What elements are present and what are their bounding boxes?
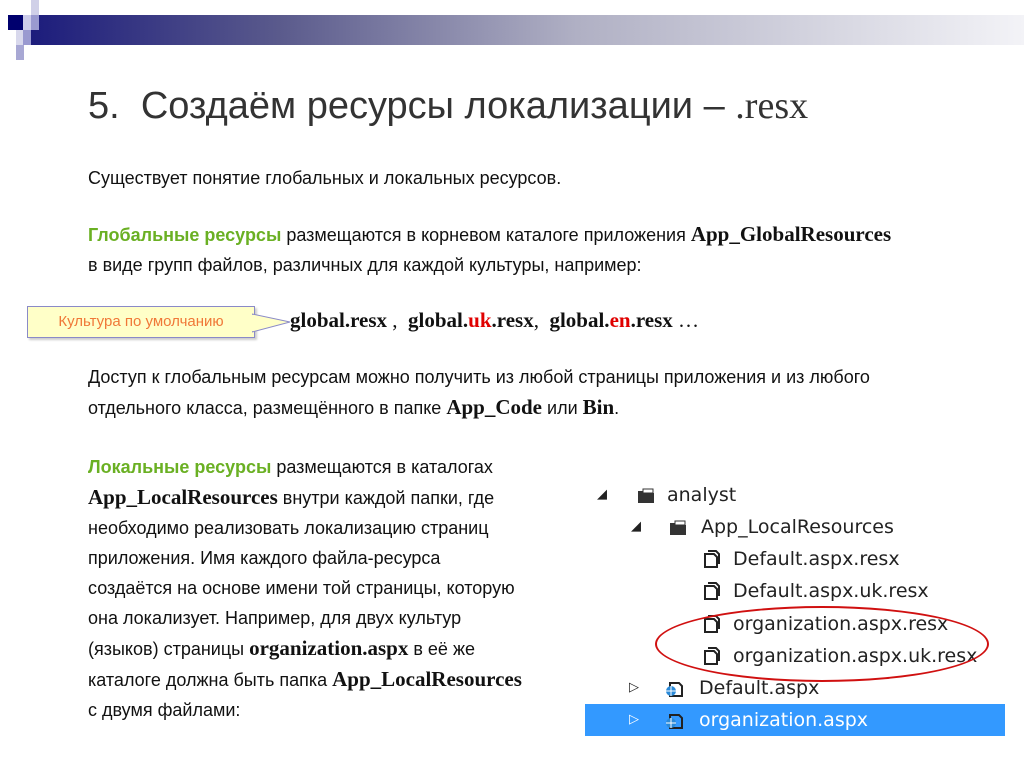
text: с двумя файлами: xyxy=(88,700,241,720)
highlight-ellipse xyxy=(655,606,989,682)
decor-square xyxy=(23,30,31,45)
expanded-arrow-icon[interactable]: ◢ xyxy=(631,511,641,543)
page-name: organization.aspx xyxy=(249,636,409,660)
text: необходимо реализовать локализацию стран… xyxy=(88,518,489,538)
file-ext: .resx xyxy=(491,308,534,332)
title-ext: .resx xyxy=(735,85,809,127)
tree-item-file[interactable]: Default.aspx.uk.resx xyxy=(585,575,1005,607)
folder-name: App_LocalResources xyxy=(88,485,278,509)
file-name: global. xyxy=(549,308,610,332)
text: внутри каждой папки, где xyxy=(277,488,495,508)
text: создаётся на основе имени той страницы, … xyxy=(88,578,515,598)
text: размещаются в корневом каталоге приложен… xyxy=(281,225,691,245)
culture-code: en xyxy=(609,308,631,332)
folder-icon xyxy=(670,520,686,535)
local-resources-paragraph: Локальные ресурсы размещаются в каталога… xyxy=(88,452,522,725)
text: она локализует. Например, для двух культ… xyxy=(88,608,462,628)
folder-icon xyxy=(638,488,654,503)
text: размещаются в каталогах xyxy=(271,457,493,477)
title-number: 5. xyxy=(88,85,120,127)
folder-name: App_Code xyxy=(446,395,543,419)
tree-item-app-localresources[interactable]: ◢ App_LocalResources xyxy=(585,511,1005,543)
tree-item-file[interactable]: Default.aspx.resx xyxy=(585,543,1005,575)
tree-item-organization-aspx[interactable]: ▷ organization.aspx xyxy=(585,704,1005,736)
decor-square xyxy=(31,0,39,15)
global-resources-paragraph: Глобальные ресурсы размещаются в корнево… xyxy=(88,219,891,280)
collapsed-arrow-icon[interactable]: ▷ xyxy=(629,672,639,704)
decor-square xyxy=(8,15,23,30)
decor-square xyxy=(16,45,24,60)
text: в её же xyxy=(408,639,475,659)
decor-square xyxy=(31,15,39,30)
file-icon xyxy=(704,582,720,600)
default-culture-callout: Культура по умолчанию xyxy=(27,306,255,338)
text: в виде групп файлов, различных для каждо… xyxy=(88,255,642,275)
tree-item-label: analyst xyxy=(667,484,737,506)
text: приложения. Имя каждого файла-ресурса xyxy=(88,548,441,568)
global-term: Глобальные ресурсы xyxy=(88,225,282,245)
collapsed-arrow-icon[interactable]: ▷ xyxy=(629,704,639,736)
title-text: Создаём ресурсы локализации – xyxy=(140,85,725,127)
ellipsis: … xyxy=(672,308,699,332)
text: . xyxy=(614,398,620,418)
text: (языков) страницы xyxy=(88,639,250,659)
folder-name: Bin xyxy=(582,395,615,419)
tree-item-label: Default.aspx.resx xyxy=(733,548,900,570)
file-icon xyxy=(704,550,720,568)
tree-item-analyst[interactable]: ◢ analyst xyxy=(585,479,1005,511)
file-ext: .resx xyxy=(630,308,673,332)
file-name: global.resx xyxy=(290,308,388,332)
web-page-icon xyxy=(666,682,683,697)
culture-code: uk xyxy=(468,308,492,332)
local-term: Локальные ресурсы xyxy=(88,457,272,477)
text: каталоге должна быть папка xyxy=(88,670,333,690)
intro-text: Существует понятие глобальных и локальны… xyxy=(88,168,562,188)
text: или xyxy=(542,398,583,418)
folder-name: App_GlobalResources xyxy=(690,222,892,246)
tree-item-label: App_LocalResources xyxy=(701,516,894,538)
global-files-example: global.resx , global.uk.resx, global.en.… xyxy=(290,308,699,333)
separator: , xyxy=(387,308,409,332)
folder-name: App_LocalResources xyxy=(332,667,522,691)
tree-item-label: organization.aspx xyxy=(699,709,869,731)
file-name: global. xyxy=(408,308,469,332)
text: отдельного класса, размещённого в папке xyxy=(88,398,447,418)
access-paragraph: Доступ к глобальным ресурсам можно получ… xyxy=(88,362,870,423)
separator: , xyxy=(533,308,550,332)
slide-title: 5. Создаём ресурсы локализации – .resx xyxy=(88,84,808,128)
tree-item-label: Default.aspx.uk.resx xyxy=(733,580,929,602)
header-gradient-bar xyxy=(30,15,1024,45)
expanded-arrow-icon[interactable]: ◢ xyxy=(597,479,607,511)
callout-pointer xyxy=(252,313,291,333)
decor-square xyxy=(23,15,31,30)
text: Доступ к глобальным ресурсам можно получ… xyxy=(88,367,870,387)
web-page-icon xyxy=(666,714,683,729)
